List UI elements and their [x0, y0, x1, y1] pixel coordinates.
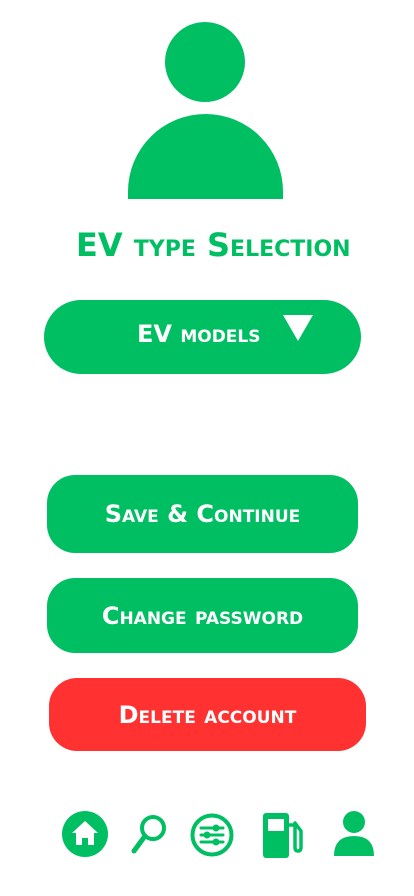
avatar-head	[165, 22, 245, 102]
change-password-button[interactable]: Change password	[47, 578, 358, 653]
home-icon[interactable]	[62, 811, 108, 857]
ev-models-label: EV models	[137, 320, 261, 348]
save-continue-button[interactable]: Save & Continue	[47, 475, 358, 553]
delete-account-button[interactable]: Delete account	[49, 678, 366, 751]
page-title: EV type Selection	[76, 226, 351, 264]
search-icon[interactable]	[131, 813, 169, 855]
caret-down-icon	[283, 315, 313, 341]
ev-models-dropdown[interactable]: EV models	[44, 300, 361, 374]
avatar-body	[128, 114, 283, 199]
profile-icon[interactable]	[332, 810, 376, 858]
settings-sliders-icon[interactable]	[190, 813, 234, 857]
fuel-pump-icon[interactable]	[261, 811, 305, 861]
